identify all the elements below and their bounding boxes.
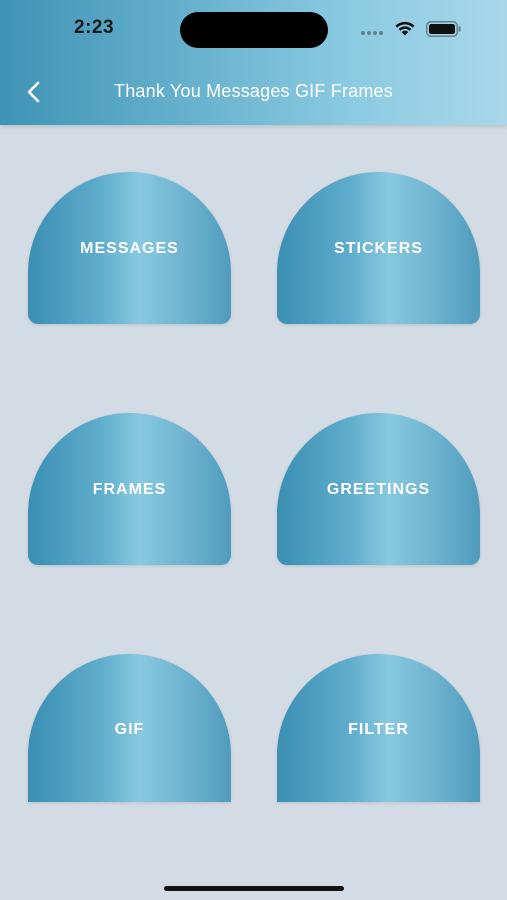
gif-tile[interactable]: GIF [28,654,231,802]
frames-tile[interactable]: FRAMES [28,413,231,565]
app-screen: 2:23 Thank You Messages GIF Frames MESSA… [0,0,507,900]
page-title: Thank You Messages GIF Frames [114,81,393,101]
back-button[interactable] [18,76,50,108]
navigation-bar: Thank You Messages GIF Frames [0,68,507,116]
dynamic-island [180,12,328,48]
battery-icon [426,21,461,37]
greetings-tile[interactable]: GREETINGS [277,413,480,565]
home-indicator[interactable] [164,886,344,891]
status-bar: 2:23 [0,0,507,60]
status-time: 2:23 [74,17,115,38]
messages-tile[interactable]: MESSAGES [28,172,231,324]
stickers-tile[interactable]: STICKERS [277,172,480,324]
tile-label: GIF [114,721,145,738]
tile-label: GREETINGS [326,481,431,498]
tile-label: FRAMES [92,481,167,498]
filter-tile[interactable]: FILTER [277,654,480,802]
tile-label: STICKERS [334,240,423,257]
tile-label: MESSAGES [80,240,179,257]
wifi-icon [395,21,415,36]
chevron-left-icon [27,81,40,103]
header: 2:23 Thank You Messages GIF Frames [0,0,507,125]
cellular-signal-icon [361,31,385,35]
tile-label: FILTER [348,721,409,738]
